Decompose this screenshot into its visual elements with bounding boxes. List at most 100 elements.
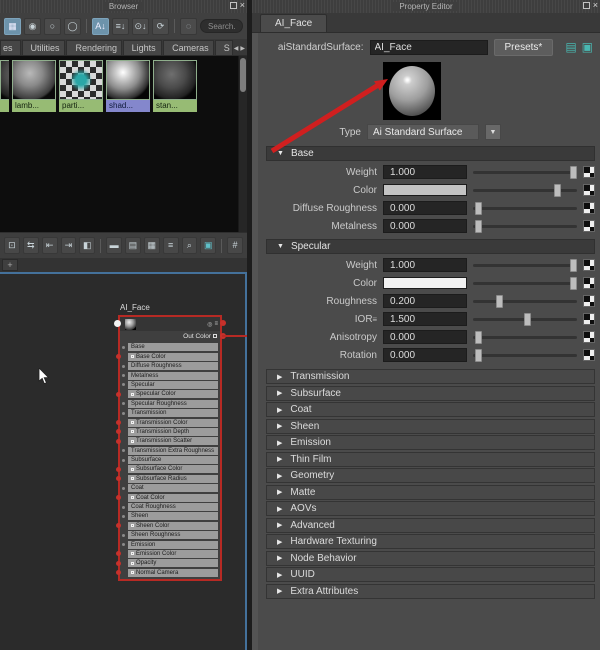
tab-arrow-icon[interactable]: ◀ xyxy=(234,45,239,52)
slider-handle[interactable] xyxy=(496,294,504,308)
node-row[interactable]: Sheen xyxy=(122,512,218,521)
node-row[interactable]: Transmission Depth xyxy=(116,427,218,436)
slider[interactable] xyxy=(473,219,577,233)
material-swatch[interactable]: lamb... xyxy=(12,60,56,112)
view-large-swatch-icon[interactable]: ◯ xyxy=(64,17,81,35)
material-swatch[interactable] xyxy=(0,60,9,112)
section-collapsed-transmission[interactable]: ▶ Transmission xyxy=(266,369,595,384)
slider[interactable] xyxy=(473,201,577,215)
browser-titlebar[interactable]: Browser × xyxy=(0,0,247,13)
node-row[interactable]: Specular Roughness xyxy=(122,399,218,408)
scalar-input-port[interactable] xyxy=(122,364,125,368)
node-visibility-icon[interactable]: ◎ xyxy=(207,321,212,328)
color-input-port[interactable] xyxy=(116,570,121,576)
slider-handle[interactable] xyxy=(474,201,482,215)
view-small-swatch-icon[interactable]: ◉ xyxy=(24,17,41,35)
slider-handle[interactable] xyxy=(570,276,577,290)
out-color-row[interactable]: Out Color xyxy=(120,331,226,341)
node-row[interactable]: Sheen Roughness xyxy=(122,531,218,540)
scalar-input-port[interactable] xyxy=(122,345,125,349)
search-input[interactable] xyxy=(200,19,243,33)
node-row[interactable]: Sheen Color xyxy=(116,521,218,530)
color-swatch[interactable] xyxy=(383,184,467,196)
show-in-attribute-editor-icon[interactable]: ▤ xyxy=(565,41,576,53)
map-texture-button[interactable] xyxy=(583,349,595,361)
scalar-input-port[interactable] xyxy=(122,533,125,537)
node-row[interactable]: Coat xyxy=(122,484,218,493)
presets-button[interactable]: Presets* xyxy=(493,38,554,56)
float-panel-icon[interactable] xyxy=(229,2,237,9)
node-input-port[interactable] xyxy=(114,320,121,327)
color-input-port[interactable] xyxy=(116,429,121,435)
scalar-input-port[interactable] xyxy=(122,449,125,453)
map-texture-button[interactable] xyxy=(583,220,595,232)
scalar-input-port[interactable] xyxy=(122,411,125,415)
section-collapsed-node-behavior[interactable]: ▶ Node Behavior xyxy=(266,550,595,566)
section-header-base[interactable]: ▼ Base xyxy=(266,146,595,161)
map-texture-button[interactable] xyxy=(583,277,595,289)
shader-name-input[interactable] xyxy=(369,39,488,55)
section-collapsed-advanced[interactable]: ▶ Advanced xyxy=(266,517,595,533)
section-collapsed-hardware-texturing[interactable]: ▶ Hardware Texturing xyxy=(266,534,595,549)
tab-scroll-arrows[interactable]: ◀ ▶ xyxy=(234,45,247,55)
node-row[interactable]: Base Color xyxy=(116,352,218,361)
map-texture-button[interactable] xyxy=(583,202,595,214)
value-field[interactable]: 0.000 xyxy=(383,330,467,344)
color-input-port[interactable] xyxy=(116,551,121,557)
map-texture-button[interactable] xyxy=(583,184,595,196)
view-as-icons-icon[interactable]: ▦ xyxy=(4,17,21,35)
node-row[interactable]: Subsurface Color xyxy=(116,465,218,474)
bookmarks-icon[interactable]: ▣ xyxy=(200,237,217,254)
property-editor-titlebar[interactable]: Property Editor × xyxy=(252,0,600,13)
input-connections-icon[interactable]: ⇤ xyxy=(41,237,58,254)
close-panel-icon[interactable]: × xyxy=(593,1,598,10)
browser-tab-rendering[interactable]: Rendering xyxy=(66,40,122,55)
node-row[interactable]: Transmission Scatter xyxy=(116,437,218,446)
section-collapsed-coat[interactable]: ▶ Coat xyxy=(266,402,595,417)
slider-handle[interactable] xyxy=(474,348,482,362)
color-input-port[interactable] xyxy=(116,420,121,426)
node-header[interactable]: ◎ ≡ xyxy=(114,317,226,331)
value-field[interactable]: 1.500 xyxy=(383,312,467,326)
slider-handle[interactable] xyxy=(474,330,482,344)
node-menu-icon[interactable]: ≡ xyxy=(214,321,218,327)
node-row[interactable]: Transmission xyxy=(122,409,218,418)
node-row[interactable]: Specular xyxy=(122,380,218,389)
browser-tab-es[interactable]: es xyxy=(0,40,21,55)
color-input-port[interactable] xyxy=(116,523,121,529)
slider[interactable] xyxy=(473,348,577,362)
slider[interactable] xyxy=(473,183,577,197)
section-collapsed-extra-attributes[interactable]: ▶ Extra Attributes xyxy=(266,583,595,599)
material-swatch[interactable]: shad... xyxy=(106,60,150,112)
display-full-mode-icon[interactable]: ▦ xyxy=(143,237,160,254)
node-row[interactable]: Subsurface xyxy=(122,456,218,465)
slider[interactable] xyxy=(473,258,577,272)
color-input-port[interactable] xyxy=(116,354,121,360)
node-editor-canvas[interactable]: AI_Face ◎ ≡ Out Color Base Base Color Diff… xyxy=(0,272,247,650)
node-row[interactable]: Specular Color xyxy=(116,390,218,399)
copy-tab-icon[interactable]: ▣ xyxy=(582,41,593,53)
node-row[interactable]: Coat Roughness xyxy=(122,503,218,512)
node-row[interactable]: Normal Camera xyxy=(116,568,218,577)
pin-browser-icon[interactable]: ◌ xyxy=(180,17,197,35)
value-field[interactable]: 0.000 xyxy=(383,219,467,233)
node-row[interactable]: Emission Color xyxy=(116,549,218,558)
node-row[interactable]: Opacity xyxy=(116,559,218,568)
node-row[interactable]: Base xyxy=(122,343,218,352)
browser-tab-cameras[interactable]: Cameras xyxy=(163,40,214,55)
scalar-input-port[interactable] xyxy=(122,458,125,462)
color-input-port[interactable] xyxy=(116,438,121,444)
value-field[interactable]: 1.000 xyxy=(383,258,467,272)
node-row[interactable]: Coat Color xyxy=(116,493,218,502)
section-collapsed-subsurface[interactable]: ▶ Subsurface xyxy=(266,385,595,401)
node-row[interactable]: Diffuse Roughness xyxy=(122,362,218,371)
map-texture-button[interactable] xyxy=(583,331,595,343)
value-field[interactable]: 0.000 xyxy=(383,201,467,215)
slider-handle[interactable] xyxy=(570,165,577,179)
frame-all-icon[interactable]: ⊡ xyxy=(4,237,20,254)
output-connections-icon[interactable]: ⇥ xyxy=(60,237,77,254)
slider-handle[interactable] xyxy=(570,258,577,272)
tab-ai-face[interactable]: AI_Face xyxy=(260,14,328,32)
node-row[interactable]: Subsurface Radius xyxy=(116,474,218,483)
close-panel-icon[interactable]: × xyxy=(240,1,245,10)
